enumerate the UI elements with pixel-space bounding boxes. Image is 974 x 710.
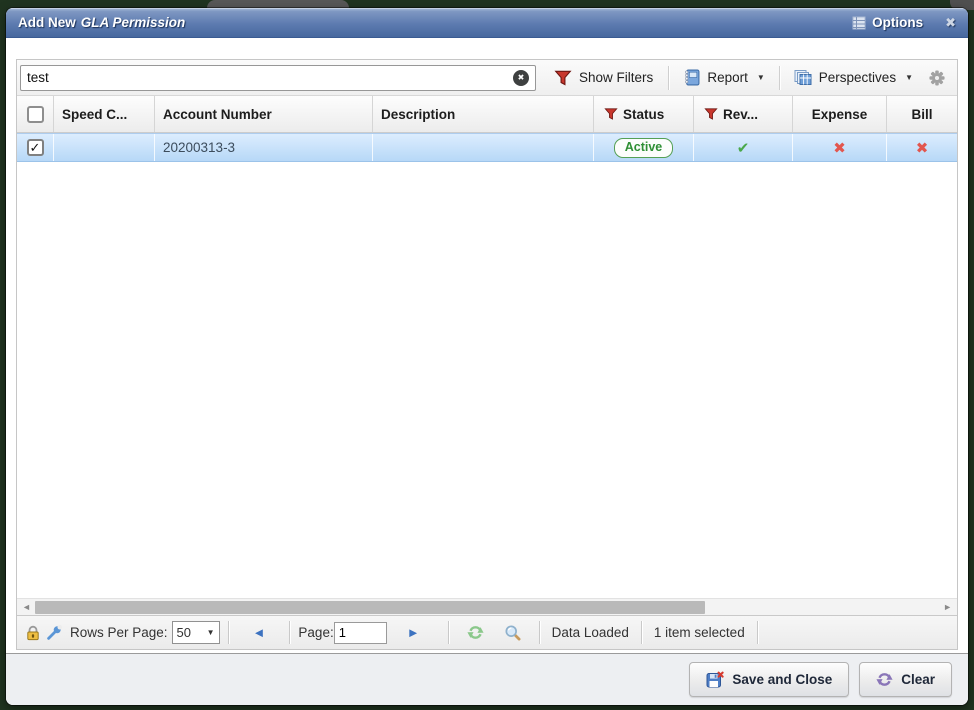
separator	[757, 621, 758, 644]
page-label: Page:	[298, 625, 333, 640]
cell-speed-chart	[54, 134, 155, 161]
customize-button[interactable]	[46, 625, 62, 641]
gear-icon	[929, 70, 945, 86]
separator	[228, 621, 229, 644]
column-header-bill[interactable]: Bill	[887, 96, 957, 132]
dialog-titlebar: Add New GLA Permission Options ✖	[6, 8, 968, 38]
page-number-input[interactable]	[334, 622, 387, 644]
layers-icon	[794, 69, 812, 86]
clear-button[interactable]: Clear	[859, 662, 952, 697]
options-label: Options	[872, 15, 923, 30]
funnel-icon	[604, 107, 618, 121]
refresh-button[interactable]	[467, 624, 484, 641]
separator	[448, 621, 449, 644]
report-button[interactable]: Report ▼	[675, 69, 772, 86]
separator	[539, 621, 540, 644]
cell-status: Active	[594, 134, 694, 161]
perspectives-label: Perspectives	[819, 70, 896, 85]
cell-account-number: 20200313-3	[155, 134, 373, 161]
column-header-status[interactable]: Status	[594, 96, 694, 132]
checkbox-checked[interactable]: ✓	[27, 139, 44, 156]
save-icon	[706, 671, 724, 689]
toolbar-right-group: Report ▼ Perspectives	[662, 66, 949, 90]
checkmark-icon: ✓	[30, 141, 41, 154]
options-button[interactable]: Options	[852, 15, 923, 30]
show-filters-label: Show Filters	[579, 70, 653, 85]
search-button[interactable]	[504, 624, 521, 641]
save-and-close-button[interactable]: Save and Close	[689, 662, 849, 697]
column-header-speed-chart[interactable]: Speed C...	[54, 96, 155, 132]
cycle-icon	[876, 671, 893, 688]
search-field: ✖	[20, 65, 536, 91]
notebook-icon	[683, 69, 700, 86]
scroll-left-icon[interactable]: ◄	[22, 600, 31, 615]
cell-revenue: ✔	[694, 134, 793, 161]
grid-empty-area	[17, 162, 957, 598]
add-gla-permission-dialog: Add New GLA Permission Options ✖	[6, 8, 968, 705]
column-header-expense[interactable]: Expense	[793, 96, 887, 132]
chevron-down-icon: ▼	[905, 73, 913, 82]
rows-per-page-value: 50	[177, 625, 191, 640]
dialog-title: Add New GLA Permission	[18, 15, 185, 30]
title-prefix: Add New	[18, 15, 76, 30]
separator	[289, 621, 290, 644]
separator	[779, 66, 780, 90]
cell-expense: ✖	[793, 134, 887, 161]
dialog-body: ✖ Show Filters	[6, 38, 968, 653]
screen-background: Add New GLA Permission Options ✖	[0, 0, 974, 710]
selection-count: 1 item selected	[650, 625, 749, 640]
settings-button[interactable]	[929, 70, 945, 86]
column-header-revenue[interactable]: Rev...	[694, 96, 793, 132]
chevron-down-icon: ▼	[207, 628, 215, 637]
table-row[interactable]: ✓ 20200313-3 Active	[17, 133, 957, 162]
separator	[641, 621, 642, 644]
row-checkbox-cell: ✓	[17, 134, 54, 161]
pager-toolbar: Rows Per Page: 50 ▼ ◄ Page: ►	[17, 615, 957, 649]
refresh-icon	[467, 624, 484, 641]
show-filters-button[interactable]: Show Filters	[546, 69, 661, 87]
grid-header-row: Speed C... Account Number Description St…	[17, 96, 957, 133]
clear-search-button[interactable]: ✖	[513, 70, 529, 86]
cross-icon: ✖	[833, 139, 846, 157]
horizontal-scrollbar[interactable]: ◄ ►	[17, 598, 957, 615]
search-input[interactable]	[20, 65, 536, 91]
grid-toolbar: ✖ Show Filters	[17, 60, 957, 96]
cross-icon: ✖	[916, 139, 929, 157]
grid-panel: ✖ Show Filters	[16, 59, 958, 650]
wrench-icon	[46, 625, 62, 641]
cell-bill: ✖	[887, 134, 957, 161]
clear-label: Clear	[901, 672, 935, 687]
funnel-icon	[554, 69, 572, 87]
rows-per-page-select[interactable]: 50 ▼	[172, 621, 220, 644]
status-badge: Active	[614, 138, 674, 158]
check-icon: ✔	[737, 139, 750, 157]
next-page-icon[interactable]: ►	[387, 625, 440, 640]
table-icon	[852, 16, 866, 30]
lock-button[interactable]	[25, 625, 41, 641]
magnifier-icon	[504, 624, 521, 641]
chevron-down-icon: ▼	[757, 73, 765, 82]
column-header-account-number[interactable]: Account Number	[155, 96, 373, 132]
select-all-checkbox[interactable]	[17, 96, 54, 132]
clear-search-icon: ✖	[518, 74, 525, 82]
column-header-description[interactable]: Description	[373, 96, 594, 132]
save-and-close-label: Save and Close	[732, 672, 832, 687]
checkbox-unchecked[interactable]	[27, 106, 44, 123]
scrollbar-thumb[interactable]	[35, 601, 705, 614]
rows-per-page-label: Rows Per Page:	[70, 625, 168, 640]
report-label: Report	[707, 70, 748, 85]
dialog-footer: Save and Close Clear	[6, 653, 968, 705]
previous-page-icon[interactable]: ◄	[237, 625, 282, 640]
scroll-right-icon[interactable]: ►	[943, 600, 952, 615]
separator	[668, 66, 669, 90]
lock-icon	[25, 625, 41, 641]
perspectives-button[interactable]: Perspectives ▼	[786, 69, 921, 86]
data-loaded-status: Data Loaded	[548, 625, 633, 640]
cell-description	[373, 134, 594, 161]
close-icon[interactable]: ✖	[945, 15, 956, 31]
funnel-icon	[704, 107, 718, 121]
titlebar-actions: Options ✖	[852, 15, 956, 31]
title-emphasis: GLA Permission	[81, 15, 186, 30]
